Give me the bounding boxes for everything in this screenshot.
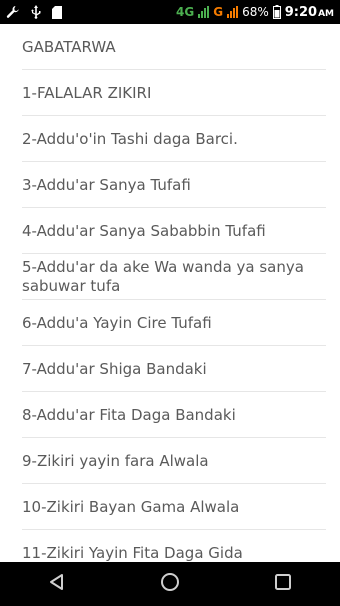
list-item-label: 4-Addu'ar Sanya Sababbin Tufafi [22,221,266,240]
list-item[interactable]: 9-Zikiri yayin fara Alwala [22,438,326,484]
status-left-icons [6,5,62,19]
list-item-label: 10-Zikiri Bayan Gama Alwala [22,497,240,516]
network-g-label: G [213,5,224,19]
home-button[interactable] [148,562,192,606]
status-right-indicators: 4G G 68% 9:20AM [176,5,334,20]
usb-icon [30,5,42,19]
screen: 4G G 68% 9:20AM GABATARWA 1-FALALAR ZIKI… [0,0,340,606]
battery-icon [272,5,281,19]
wrench-icon [6,5,20,19]
list-item-label: 8-Addu'ar Fita Daga Bandaki [22,405,236,424]
list-item[interactable]: 4-Addu'ar Sanya Sababbin Tufafi [22,208,326,254]
list-item[interactable]: 2-Addu'o'in Tashi daga Barci. [22,116,326,162]
list-item[interactable]: GABATARWA [22,24,326,70]
sd-card-icon [52,5,62,19]
list-item-label: 11-Zikiri Yayin Fita Daga Gida [22,543,243,562]
list-item-label: 9-Zikiri yayin fara Alwala [22,451,209,470]
signal-4g-icon [198,6,210,18]
clock: 9:20AM [285,5,334,20]
list-item-label: 1-FALALAR ZIKIRI [22,83,152,102]
recents-icon [274,573,292,595]
list-item-label: 5-Addu'ar da ake Wa wanda ya sanya sabuw… [22,257,304,295]
list-item[interactable]: 6-Addu'a Yayin Cire Tufafi [22,300,326,346]
list-item-label: 7-Addu'ar Shiga Bandaki [22,359,207,378]
list-item[interactable]: 1-FALALAR ZIKIRI [22,70,326,116]
list-item-label: 2-Addu'o'in Tashi daga Barci. [22,129,238,148]
list-item-label: 6-Addu'a Yayin Cire Tufafi [22,313,212,332]
status-bar: 4G G 68% 9:20AM [0,0,340,24]
navigation-bar [0,562,340,606]
clock-suffix: AM [318,8,334,19]
chapter-list[interactable]: GABATARWA 1-FALALAR ZIKIRI 2-Addu'o'in T… [0,24,340,562]
back-button[interactable] [35,562,79,606]
list-item[interactable]: 3-Addu'ar Sanya Tufafi [22,162,326,208]
list-item[interactable]: 5-Addu'ar da ake Wa wanda ya sanya sabuw… [22,254,326,300]
list-item[interactable]: 10-Zikiri Bayan Gama Alwala [22,484,326,530]
list-item-label: GABATARWA [22,37,116,56]
list-item[interactable]: 11-Zikiri Yayin Fita Daga Gida [22,530,326,562]
recents-button[interactable] [261,562,305,606]
network-4g-label: 4G [176,5,195,19]
list-item-label: 3-Addu'ar Sanya Tufafi [22,175,191,194]
list-item[interactable]: 7-Addu'ar Shiga Bandaki [22,346,326,392]
back-icon [48,573,66,595]
home-icon [160,572,180,596]
signal-g-icon [227,6,239,18]
list-item[interactable]: 8-Addu'ar Fita Daga Bandaki [22,392,326,438]
clock-time: 9:20 [284,4,318,20]
battery-percent: 68% [242,5,269,19]
